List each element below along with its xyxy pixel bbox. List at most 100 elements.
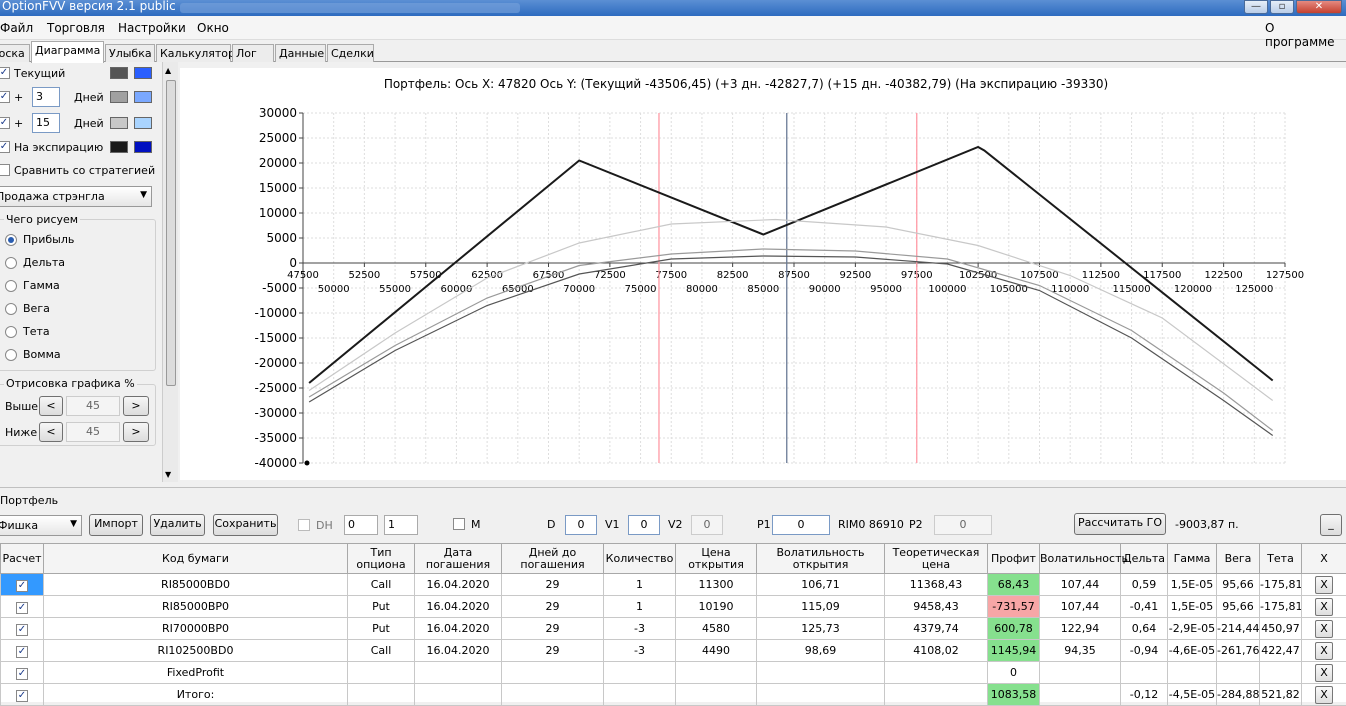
radio-vomma[interactable] <box>5 349 17 361</box>
column-header[interactable]: Волатильность открытия <box>757 544 885 574</box>
calc-checkbox[interactable]: ✓ <box>16 668 28 680</box>
column-header[interactable]: Тип опциона <box>348 544 415 574</box>
import-button[interactable]: Импорт <box>89 514 143 536</box>
days2-checkbox[interactable]: ✓ <box>0 117 10 129</box>
column-header[interactable]: Гамма <box>1168 544 1217 574</box>
remove-row-button[interactable]: X <box>1315 686 1333 704</box>
current-color-swatch-2[interactable] <box>134 67 152 79</box>
column-header[interactable]: Цена открытия <box>676 544 757 574</box>
expiry-color-swatch[interactable] <box>110 141 128 153</box>
days1-checkbox[interactable]: ✓ <box>0 91 10 103</box>
radio-theta[interactable] <box>5 326 17 338</box>
radio-delta[interactable] <box>5 257 17 269</box>
expiry-color-swatch-2[interactable] <box>134 141 152 153</box>
maximize-button[interactable]: ▫ <box>1270 0 1294 14</box>
minimize-button[interactable]: — <box>1244 0 1268 14</box>
delete-button[interactable]: Удалить <box>150 514 205 536</box>
instrument-filter-select[interactable]: Фишка ▼ <box>0 515 82 536</box>
column-header[interactable]: Расчет <box>1 544 44 574</box>
calc-checkbox[interactable]: ✓ <box>16 690 28 702</box>
table-row[interactable]: ✓RI102500BD0Call16.04.202029-3449098,694… <box>1 640 1346 662</box>
strategy-select[interactable]: Продажа стрэнгла ▼ <box>0 186 152 207</box>
dh-spinner-1[interactable]: 0 <box>344 515 378 535</box>
days1-input[interactable]: 3 <box>32 87 60 107</box>
tab-log[interactable]: Лог <box>232 44 274 62</box>
calc-margin-button[interactable]: Рассчитать ГО <box>1074 513 1166 535</box>
tab-calculator[interactable]: Калькулятор <box>156 44 231 62</box>
table-row[interactable]: ✓Итого:1083,58-0,12-4,5E-05-284,88521,82… <box>1 684 1346 706</box>
menu-settings[interactable]: Настройки <box>118 21 186 35</box>
compare-checkbox[interactable] <box>0 164 10 176</box>
expiry-checkbox[interactable]: ✓ <box>0 141 10 153</box>
column-header[interactable]: Вега <box>1217 544 1260 574</box>
remove-row-button[interactable]: X <box>1315 598 1333 616</box>
column-header[interactable]: Волатильность <box>1040 544 1121 574</box>
remove-row-button[interactable]: X <box>1315 620 1333 638</box>
menu-trading[interactable]: Торговля <box>47 21 105 35</box>
tab-diagram[interactable]: Диаграмма <box>31 41 104 63</box>
dh-spinner-2[interactable]: 1 <box>384 515 418 535</box>
days2-input[interactable]: 15 <box>32 113 60 133</box>
calc-checkbox-cell[interactable]: ✓ <box>1 618 44 640</box>
d-input[interactable]: 0 <box>565 515 597 535</box>
table-row[interactable]: ✓RI85000BD0Call16.04.202029111300106,711… <box>1 574 1346 596</box>
days2-color-swatch-2[interactable] <box>134 117 152 129</box>
table-row[interactable]: ✓RI70000BP0Put16.04.202029-34580125,7343… <box>1 618 1346 640</box>
pnl-chart[interactable]: Портфель: Ось X: 47820 Ось Y: (Текущий -… <box>180 68 1346 480</box>
column-header[interactable]: Количество <box>604 544 676 574</box>
table-row[interactable]: ✓FixedProfit0X <box>1 662 1346 684</box>
tab-data[interactable]: Данные <box>275 44 326 62</box>
calc-checkbox[interactable]: ✓ <box>16 602 28 614</box>
v1-input[interactable]: 0 <box>628 515 660 535</box>
left-scrollbar[interactable]: ▲ ▼ <box>162 62 178 482</box>
radio-profit[interactable] <box>5 234 17 246</box>
column-header[interactable]: Дельта <box>1121 544 1168 574</box>
calc-checkbox[interactable]: ✓ <box>16 624 28 636</box>
scroll-down-icon[interactable]: ▼ <box>165 470 171 479</box>
calc-checkbox-cell[interactable]: ✓ <box>1 574 44 596</box>
tab-deals[interactable]: Сделки <box>327 44 374 62</box>
close-window-button[interactable]: ✕ <box>1296 0 1342 14</box>
days1-color-swatch[interactable] <box>110 91 128 103</box>
scroll-thumb[interactable] <box>166 80 176 386</box>
current-checkbox[interactable]: ✓ <box>0 67 10 79</box>
below-decrease-button[interactable]: < <box>39 422 63 442</box>
calc-checkbox-cell[interactable]: ✓ <box>1 640 44 662</box>
p1-input[interactable]: 0 <box>772 515 830 535</box>
remove-row-button[interactable]: X <box>1315 664 1333 682</box>
calc-checkbox[interactable]: ✓ <box>16 646 28 658</box>
collapse-button[interactable]: _ <box>1320 514 1342 536</box>
remove-row-button[interactable]: X <box>1315 642 1333 660</box>
column-header[interactable]: X <box>1302 544 1346 574</box>
calc-checkbox-cell[interactable]: ✓ <box>1 684 44 706</box>
calc-checkbox-cell[interactable]: ✓ <box>1 596 44 618</box>
splitter[interactable] <box>0 487 1346 488</box>
column-header[interactable]: Дней до погашения <box>502 544 604 574</box>
column-header[interactable]: Теоретическая цена <box>885 544 988 574</box>
below-increase-button[interactable]: > <box>123 422 149 442</box>
calc-checkbox[interactable]: ✓ <box>16 580 28 592</box>
above-increase-button[interactable]: > <box>123 396 149 416</box>
menu-file[interactable]: Файл <box>0 21 33 35</box>
column-header[interactable]: Дата погашения <box>415 544 502 574</box>
calc-checkbox-cell[interactable]: ✓ <box>1 662 44 684</box>
current-color-swatch[interactable] <box>110 67 128 79</box>
column-header[interactable]: Тета <box>1260 544 1302 574</box>
m-checkbox[interactable] <box>453 518 465 530</box>
chevron-down-icon: ▼ <box>140 190 147 200</box>
days1-color-swatch-2[interactable] <box>134 91 152 103</box>
remove-row-button[interactable]: X <box>1315 576 1333 594</box>
menu-window[interactable]: Окно <box>197 21 229 35</box>
tab-board[interactable]: Доска <box>0 44 30 62</box>
column-header[interactable]: Профит <box>988 544 1040 574</box>
save-button[interactable]: Сохранить <box>213 514 278 536</box>
radio-gamma[interactable] <box>5 280 17 292</box>
days2-color-swatch[interactable] <box>110 117 128 129</box>
radio-vega[interactable] <box>5 303 17 315</box>
dh-checkbox[interactable] <box>298 519 310 531</box>
scroll-up-icon[interactable]: ▲ <box>165 66 171 75</box>
tab-smile[interactable]: Улыбка <box>105 44 155 62</box>
table-row[interactable]: ✓RI85000BP0Put16.04.202029110190115,0994… <box>1 596 1346 618</box>
above-decrease-button[interactable]: < <box>39 396 63 416</box>
column-header[interactable]: Код бумаги <box>44 544 348 574</box>
